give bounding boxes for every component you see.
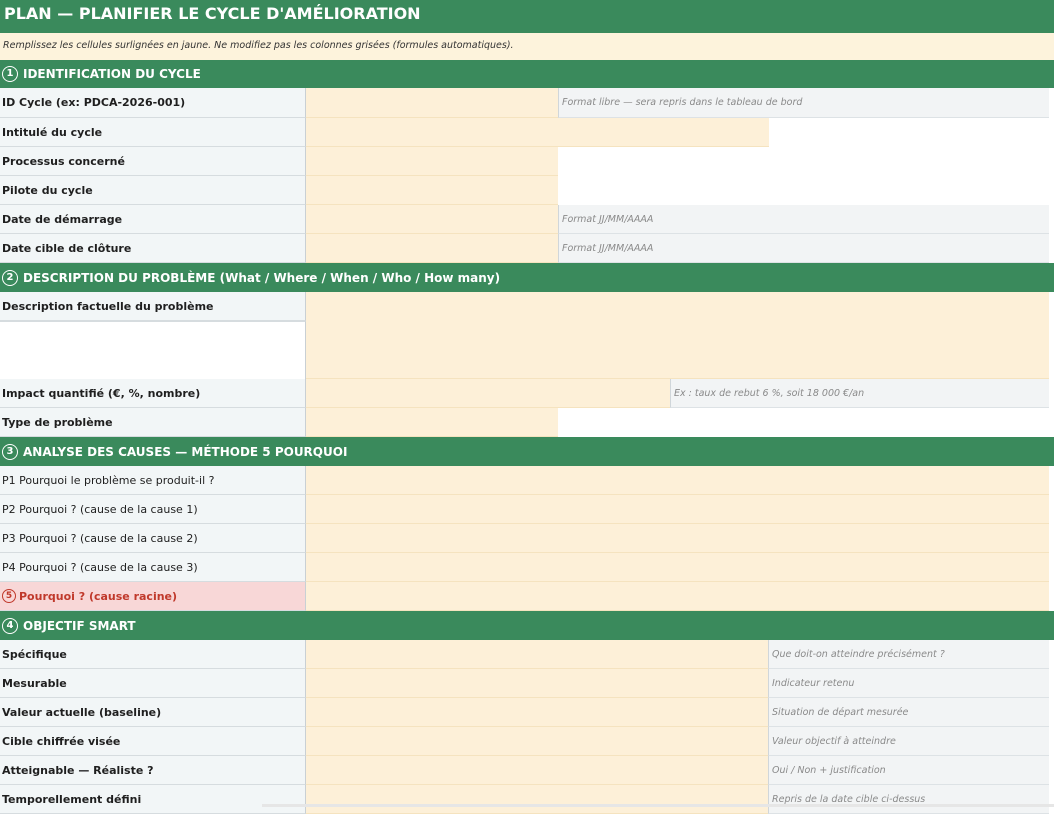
- row-p4: P4 Pourquoi ? (cause de la cause 3): [0, 553, 1054, 582]
- section-identification: 1 IDENTIFICATION DU CYCLE: [0, 60, 1054, 88]
- sheet-title: PLAN — PLANIFIER LE CYCLE D'AMÉLIORATION: [0, 0, 1054, 33]
- input-impact[interactable]: [306, 379, 670, 408]
- label-p4: P4 Pourquoi ? (cause de la cause 3): [0, 553, 306, 582]
- input-date-cloture[interactable]: [306, 234, 558, 263]
- label-specifique: Spécifique: [0, 640, 306, 669]
- hint-baseline: Situation de départ mesurée: [768, 698, 1049, 727]
- input-atteignable[interactable]: [306, 756, 768, 785]
- section-objectif: 4 OBJECTIF SMART: [0, 611, 1054, 640]
- label-id-cycle: ID Cycle (ex: PDCA-2026-001): [0, 88, 306, 118]
- row-date-demarrage: Date de démarrage Format JJ/MM/AAAA: [0, 205, 1054, 234]
- root-cause-number-icon: 5: [2, 589, 16, 603]
- row-atteignable: Atteignable — Réaliste ? Oui / Non + jus…: [0, 756, 1054, 785]
- row-p3: P3 Pourquoi ? (cause de la cause 2): [0, 524, 1054, 553]
- section-title: IDENTIFICATION DU CYCLE: [23, 67, 201, 81]
- label-atteignable: Atteignable — Réaliste ?: [0, 756, 306, 785]
- row-baseline: Valeur actuelle (baseline) Situation de …: [0, 698, 1054, 727]
- hint-cible: Valeur objectif à atteindre: [768, 727, 1049, 756]
- row-pilote: Pilote du cycle: [0, 176, 1054, 205]
- label-description-spacer: [0, 321, 306, 379]
- input-p4[interactable]: [306, 553, 1049, 582]
- label-type: Type de problème: [0, 408, 306, 437]
- input-intitule[interactable]: [306, 118, 769, 147]
- row-impact: Impact quantifié (€, %, nombre) Ex : tau…: [0, 379, 1054, 408]
- input-id-cycle[interactable]: [306, 88, 558, 118]
- section-title: ANALYSE DES CAUSES — MÉTHODE 5 POURQUOI: [23, 444, 348, 459]
- row-p2: P2 Pourquoi ? (cause de la cause 1): [0, 495, 1054, 524]
- input-cible[interactable]: [306, 727, 768, 756]
- section-description: 2 DESCRIPTION DU PROBLÈME (What / Where …: [0, 263, 1054, 292]
- hint-mesurable: Indicateur retenu: [768, 669, 1049, 698]
- label-p1: P1 Pourquoi le problème se produit-il ?: [0, 466, 306, 495]
- input-baseline[interactable]: [306, 698, 768, 727]
- hint-specifique: Que doit-on atteindre précisément ?: [768, 640, 1049, 669]
- hint-atteignable: Oui / Non + justification: [768, 756, 1049, 785]
- row-description: Description factuelle du problème: [0, 292, 1054, 379]
- section-number-icon: 2: [2, 269, 18, 286]
- section-title: DESCRIPTION DU PROBLÈME (What / Where / …: [23, 270, 501, 285]
- input-p1[interactable]: [306, 466, 1049, 495]
- input-mesurable[interactable]: [306, 669, 768, 698]
- section-title: OBJECTIF SMART: [23, 618, 136, 633]
- row-mesurable: Mesurable Indicateur retenu: [0, 669, 1054, 698]
- input-p3[interactable]: [306, 524, 1049, 553]
- section-number-icon: 4: [2, 617, 18, 634]
- label-baseline: Valeur actuelle (baseline): [0, 698, 306, 727]
- input-pilote[interactable]: [306, 176, 558, 205]
- label-p2: P2 Pourquoi ? (cause de la cause 1): [0, 495, 306, 524]
- label-intitule: Intitulé du cycle: [0, 118, 306, 147]
- label-mesurable: Mesurable: [0, 669, 306, 698]
- input-date-demarrage[interactable]: [306, 205, 558, 234]
- section-number-icon: 1: [2, 66, 18, 82]
- input-description[interactable]: [306, 292, 1049, 379]
- row-date-cloture: Date cible de clôture Format JJ/MM/AAAA: [0, 234, 1054, 263]
- row-cible: Cible chiffrée visée Valeur objectif à a…: [0, 727, 1054, 756]
- row-type: Type de problème: [0, 408, 1054, 437]
- input-p5[interactable]: [306, 582, 1049, 611]
- row-processus: Processus concerné: [0, 147, 1054, 176]
- hint-date-cloture: Format JJ/MM/AAAA: [558, 234, 1049, 263]
- label-pilote: Pilote du cycle: [0, 176, 306, 205]
- instructions-text: Remplissez les cellules surlignées en ja…: [0, 33, 1054, 60]
- label-cible: Cible chiffrée visée: [0, 727, 306, 756]
- section-number-icon: 3: [2, 443, 18, 460]
- label-date-demarrage: Date de démarrage: [0, 205, 306, 234]
- label-p3: P3 Pourquoi ? (cause de la cause 2): [0, 524, 306, 553]
- row-temporel: Temporellement défini Repris de la date …: [0, 785, 1054, 814]
- input-processus[interactable]: [306, 147, 558, 176]
- hint-id-cycle: Format libre — sera repris dans le table…: [558, 88, 1049, 118]
- label-description: Description factuelle du problème: [0, 292, 306, 321]
- label-impact: Impact quantifié (€, %, nombre): [0, 379, 306, 408]
- row-p1: P1 Pourquoi le problème se produit-il ?: [0, 466, 1054, 495]
- label-p5-text: Pourquoi ? (cause racine): [19, 589, 178, 603]
- label-temporel: Temporellement défini: [0, 785, 306, 814]
- input-type[interactable]: [306, 408, 558, 437]
- label-p5: 5 Pourquoi ? (cause racine): [0, 582, 306, 611]
- section-analyse: 3 ANALYSE DES CAUSES — MÉTHODE 5 POURQUO…: [0, 437, 1054, 466]
- hint-date-demarrage: Format JJ/MM/AAAA: [558, 205, 1049, 234]
- label-date-cloture: Date cible de clôture: [0, 234, 306, 263]
- row-id-cycle: ID Cycle (ex: PDCA-2026-001) Format libr…: [0, 88, 1054, 118]
- row-intitule: Intitulé du cycle: [0, 118, 1054, 147]
- input-p2[interactable]: [306, 495, 1049, 524]
- hint-impact: Ex : taux de rebut 6 %, soit 18 000 €/an: [670, 379, 1049, 408]
- label-processus: Processus concerné: [0, 147, 306, 176]
- hint-temporel: Repris de la date cible ci-dessus: [768, 785, 1049, 814]
- row-p5: 5 Pourquoi ? (cause racine): [0, 582, 1054, 611]
- row-specifique: Spécifique Que doit-on atteindre précisé…: [0, 640, 1054, 669]
- input-specifique[interactable]: [306, 640, 768, 669]
- input-temporel[interactable]: [306, 785, 768, 814]
